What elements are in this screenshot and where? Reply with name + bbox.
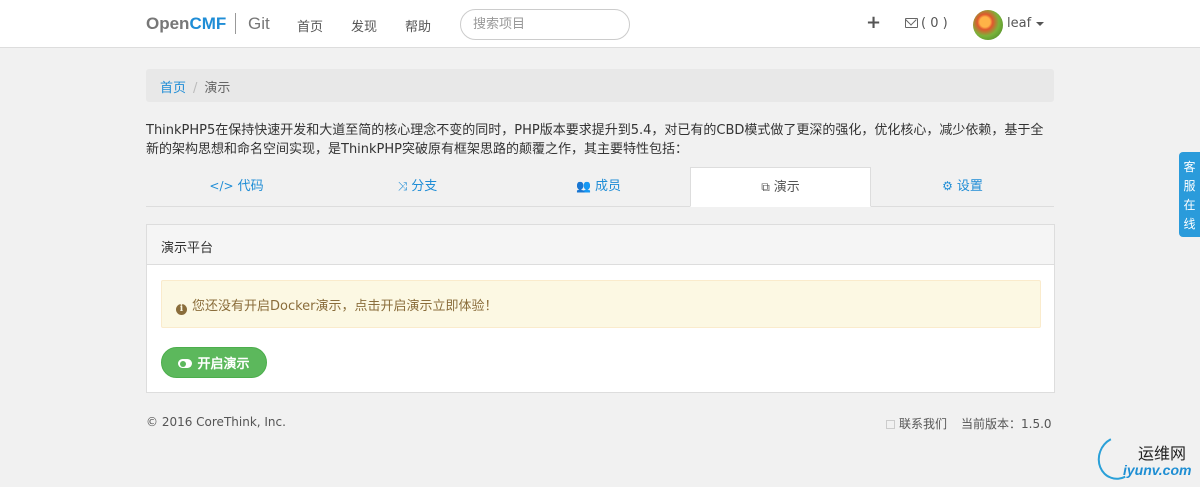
- service-char: 线: [1183, 217, 1196, 231]
- tab-members[interactable]: 👥 成员: [508, 167, 689, 207]
- caret-down-icon: [1036, 21, 1045, 26]
- project-description: ThinkPHP5在保持快速开发和大道至简的核心理念不变的同时，PHP版本要求提…: [146, 123, 1044, 157]
- watermark-domain: iyunv.com: [1123, 462, 1192, 478]
- code-icon: </>: [209, 179, 234, 193]
- project-tabs: </> 代码 ⤨ 分支 👥 成员 ⧉ 演示 ⚙ 设置: [146, 167, 1054, 207]
- service-char: 服: [1183, 179, 1196, 193]
- version-text: 当前版本：1.5.0: [961, 417, 1052, 431]
- users-icon: 👥: [576, 179, 591, 193]
- brand-logo[interactable]: OpenCMF: [146, 14, 226, 34]
- envelope-icon: [905, 18, 918, 28]
- brand-open: Open: [146, 14, 190, 33]
- breadcrumb-separator: /: [193, 81, 198, 96]
- start-demo-button[interactable]: 开启演示: [161, 347, 267, 378]
- external-link-icon: ⧉: [761, 180, 770, 194]
- tab-label: 设置: [956, 179, 983, 194]
- tab-label: 分支: [411, 179, 438, 194]
- nav-home[interactable]: 首页: [297, 16, 323, 35]
- gear-icon: ⚙: [942, 179, 953, 193]
- username: leaf: [1007, 16, 1032, 31]
- online-service-tab[interactable]: 客 服 在 线: [1179, 152, 1200, 237]
- breadcrumb-home[interactable]: 首页: [160, 81, 186, 96]
- breadcrumb: 首页 / 演示: [146, 69, 1054, 102]
- random-icon: ⤨: [397, 179, 408, 193]
- tab-settings[interactable]: ⚙ 设置: [872, 167, 1053, 207]
- brand-cmf: CMF: [189, 14, 227, 33]
- contact-link[interactable]: 联系我们: [886, 415, 947, 432]
- avatar[interactable]: [973, 10, 1003, 40]
- contact-icon: [886, 420, 895, 429]
- toggle-on-icon: [178, 359, 193, 368]
- contact-label: 联系我们: [899, 417, 948, 431]
- info-circle-icon: i: [176, 304, 187, 315]
- messages-button[interactable]: ( 0 ): [905, 16, 948, 31]
- demo-panel: 演示平台 i 您还没有开启Docker演示，点击开启演示立即体验！ 开启演示: [146, 224, 1055, 393]
- brand-git[interactable]: Git: [248, 14, 270, 34]
- watermark-title: 运维网: [1138, 444, 1187, 463]
- tab-label: 演示: [773, 180, 800, 195]
- warning-alert: i 您还没有开启Docker演示，点击开启演示立即体验！: [161, 280, 1041, 328]
- search-input[interactable]: [460, 9, 630, 40]
- user-menu[interactable]: leaf: [1007, 16, 1045, 31]
- start-demo-label: 开启演示: [197, 357, 250, 372]
- top-navbar: OpenCMF Git 首页 发现 帮助 + ( 0 ) leaf: [0, 0, 1200, 48]
- alert-text: 您还没有开启Docker演示，点击开启演示立即体验！: [192, 299, 498, 314]
- service-char: 客: [1183, 160, 1196, 174]
- nav-help[interactable]: 帮助: [405, 16, 431, 35]
- tab-label: 代码: [237, 179, 264, 194]
- tab-branch[interactable]: ⤨ 分支: [327, 167, 508, 207]
- panel-title: 演示平台: [147, 225, 1054, 265]
- service-char: 在: [1183, 198, 1196, 212]
- message-count: ( 0 ): [921, 16, 948, 31]
- brand-divider: [235, 13, 236, 34]
- copyright: © 2016 CoreThink, Inc.: [146, 415, 286, 429]
- tab-label: 成员: [594, 179, 621, 194]
- breadcrumb-current: 演示: [204, 81, 231, 96]
- tab-demo[interactable]: ⧉ 演示: [690, 167, 871, 207]
- plus-icon[interactable]: +: [866, 12, 881, 33]
- nav-discover[interactable]: 发现: [351, 16, 377, 35]
- tab-code[interactable]: </> 代码: [146, 167, 327, 207]
